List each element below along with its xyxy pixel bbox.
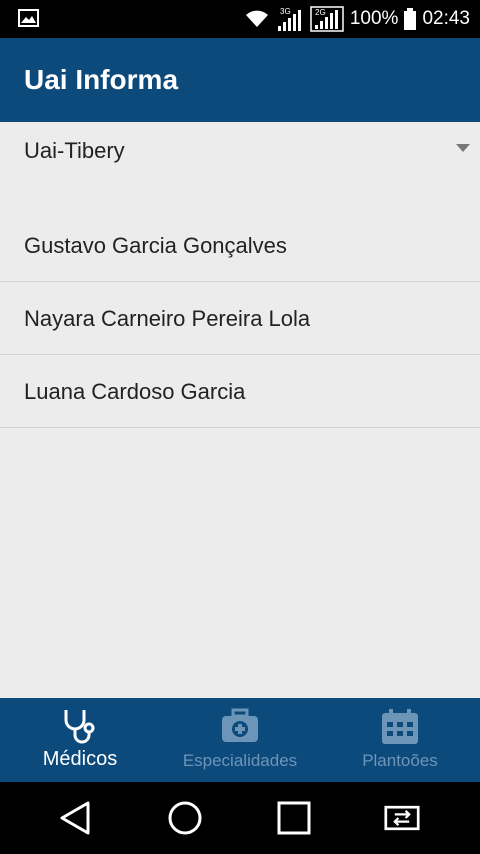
signal-3g-icon: 3G — [277, 7, 301, 31]
tab-plantoes[interactable]: Plantoões — [320, 698, 480, 782]
bottom-navigation: Médicos Especialidades Plantoões — [0, 698, 480, 782]
tab-label: Plantoões — [362, 751, 438, 770]
tab-label: Médicos — [42, 748, 118, 770]
system-navigation-bar — [0, 782, 480, 854]
svg-text:3G: 3G — [280, 7, 291, 16]
app-bar: Uai Informa — [0, 38, 480, 122]
wifi-icon — [245, 10, 268, 27]
tab-medicos[interactable]: Médicos — [0, 698, 160, 782]
doctor-name: Luana Cardoso Garcia — [24, 379, 246, 404]
doctor-name: Gustavo Garcia Gonçalves — [24, 233, 287, 258]
tab-label: Especialidades — [182, 751, 298, 770]
doctor-list: Gustavo Garcia Gonçalves Nayara Carneiro… — [0, 209, 480, 428]
list-item[interactable]: Luana Cardoso Garcia — [0, 355, 480, 428]
spinner-selected-value: Uai-Tibery — [24, 138, 125, 163]
list-item[interactable]: Gustavo Garcia Gonçalves — [0, 209, 480, 282]
svg-text:2G: 2G — [315, 8, 326, 17]
back-icon[interactable] — [58, 800, 94, 836]
recents-icon[interactable] — [276, 800, 312, 836]
doctor-name: Nayara Carneiro Pereira Lola — [24, 306, 311, 331]
switch-app-icon[interactable] — [384, 800, 420, 836]
unit-spinner[interactable]: Uai-Tibery — [0, 122, 480, 182]
medical-kit-icon — [222, 708, 258, 742]
battery-icon — [404, 8, 417, 30]
list-item[interactable]: Nayara Carneiro Pereira Lola — [0, 282, 480, 355]
battery-percent: 100% — [349, 8, 399, 29]
home-icon[interactable] — [167, 800, 203, 836]
status-bar: 3G 2G 100% 02:43 — [0, 0, 480, 38]
stethoscope-icon — [64, 710, 95, 744]
app-title: Uai Informa — [24, 64, 179, 95]
signal-2g-icon: 2G — [310, 6, 344, 32]
tab-especialidades[interactable]: Especialidades — [160, 698, 320, 782]
calendar-icon — [382, 709, 418, 744]
image-icon — [18, 9, 39, 27]
clock: 02:43 — [422, 8, 470, 29]
dropdown-arrow-icon — [456, 144, 470, 152]
